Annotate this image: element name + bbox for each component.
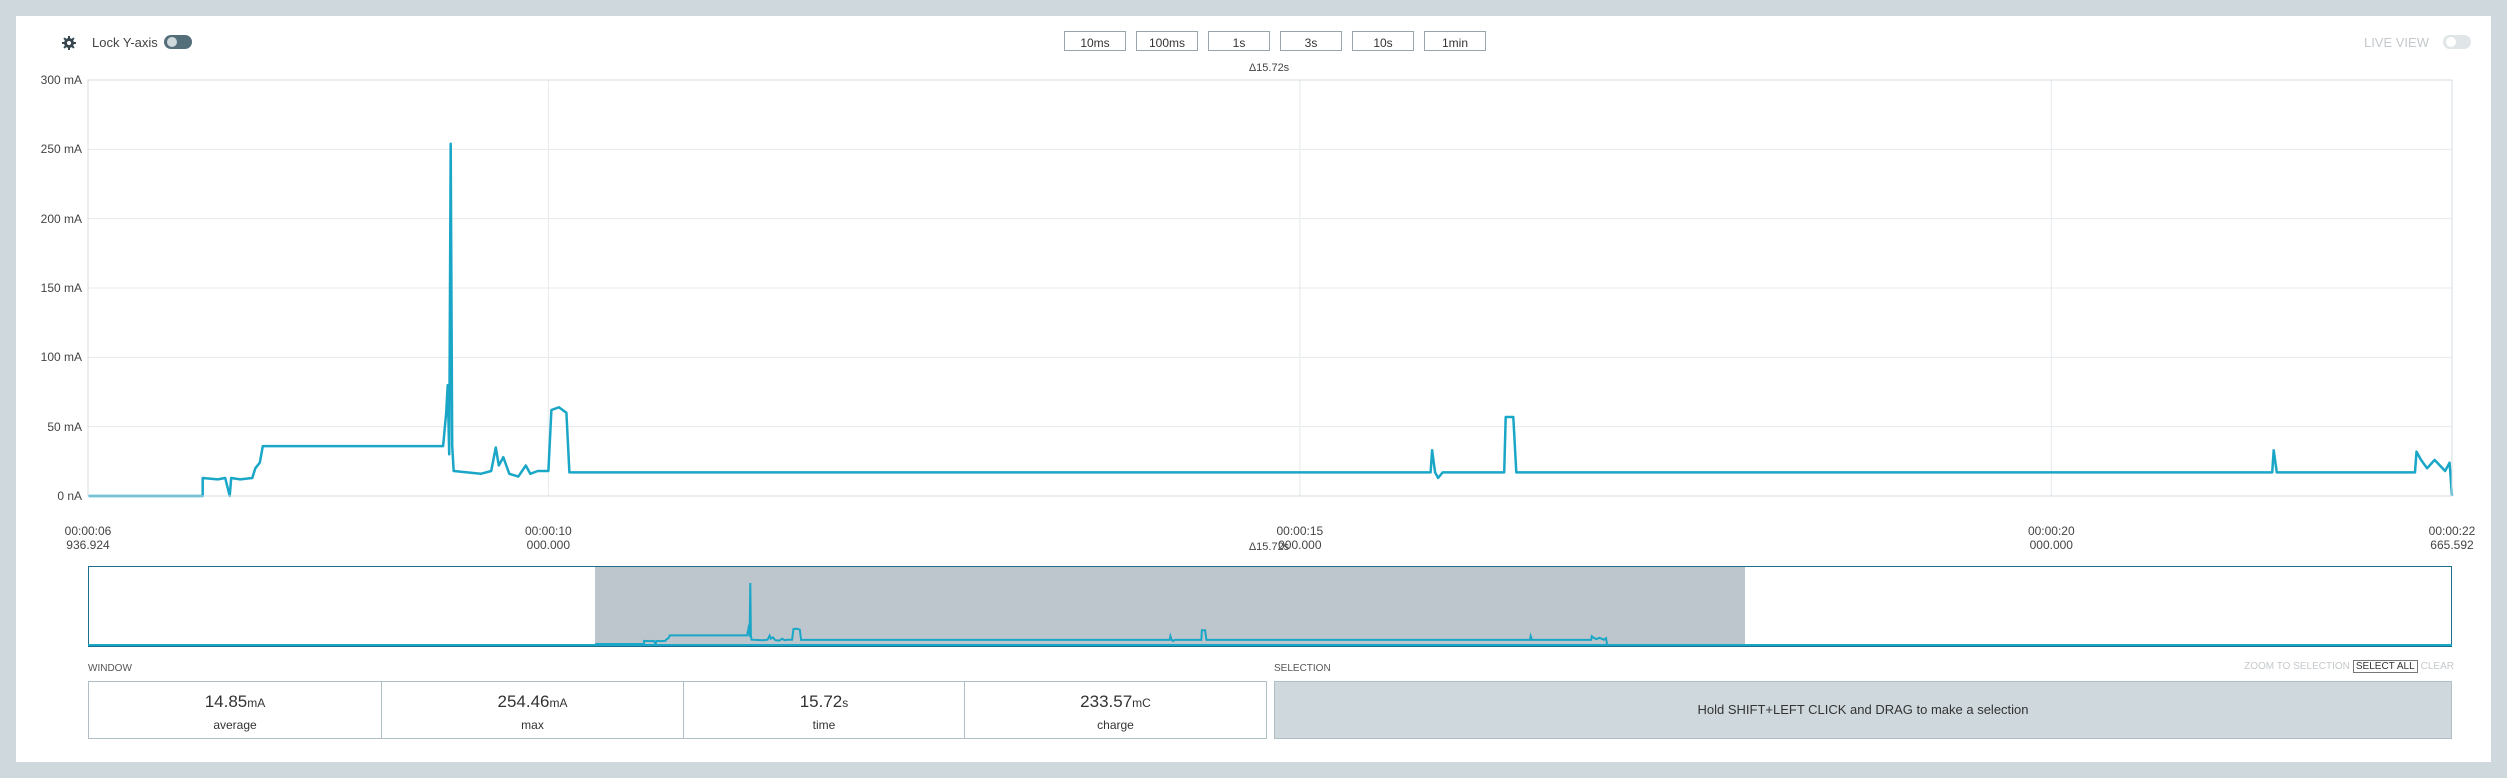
stat-charge-value: 233.57 <box>1080 692 1133 711</box>
window-section-label: WINDOW <box>88 663 132 674</box>
current-series-line <box>88 142 2454 498</box>
overview-minimap[interactable] <box>88 566 2452 647</box>
overview-delta-label: Δ15.72s <box>1248 541 1290 553</box>
stat-time: 15.72s time <box>684 682 964 738</box>
zoom-to-selection-button[interactable]: ZOOM TO SELECTION <box>2244 661 2350 672</box>
window-stats-box: 14.85mA average 254.46mA max 15.72s time… <box>88 681 1267 739</box>
selection-actions: ZOOM TO SELECTION SELECT ALL CLEAR <box>2241 660 2454 673</box>
stat-average-unit: mA <box>247 696 266 710</box>
current-chart[interactable] <box>16 16 2491 576</box>
stat-time-unit: s <box>842 696 849 710</box>
stat-time-value: 15.72 <box>799 692 843 711</box>
stat-charge-label: charge <box>1097 718 1134 732</box>
stat-average-value: 14.85 <box>204 692 248 711</box>
power-profiler-panel: Lock Y-axis 10ms 100ms 1s 3s 10s 1min LI… <box>16 16 2491 762</box>
stat-charge: 233.57mC charge <box>965 682 1266 738</box>
clear-selection-button[interactable]: CLEAR <box>2421 661 2454 672</box>
stat-max: 254.46mA max <box>382 682 683 738</box>
stat-max-unit: mA <box>549 696 568 710</box>
stat-max-label: max <box>521 718 544 732</box>
selection-section-label: SELECTION <box>1274 663 1331 674</box>
stat-average-label: average <box>213 718 257 732</box>
stat-charge-unit: mC <box>1132 696 1151 710</box>
stat-time-label: time <box>812 718 836 732</box>
stat-average: 14.85mA average <box>89 682 381 738</box>
stat-max-value: 254.46 <box>497 692 550 711</box>
selection-area[interactable]: Hold SHIFT+LEFT CLICK and DRAG to make a… <box>1274 681 2452 739</box>
select-all-button[interactable]: SELECT ALL <box>2352 660 2418 673</box>
